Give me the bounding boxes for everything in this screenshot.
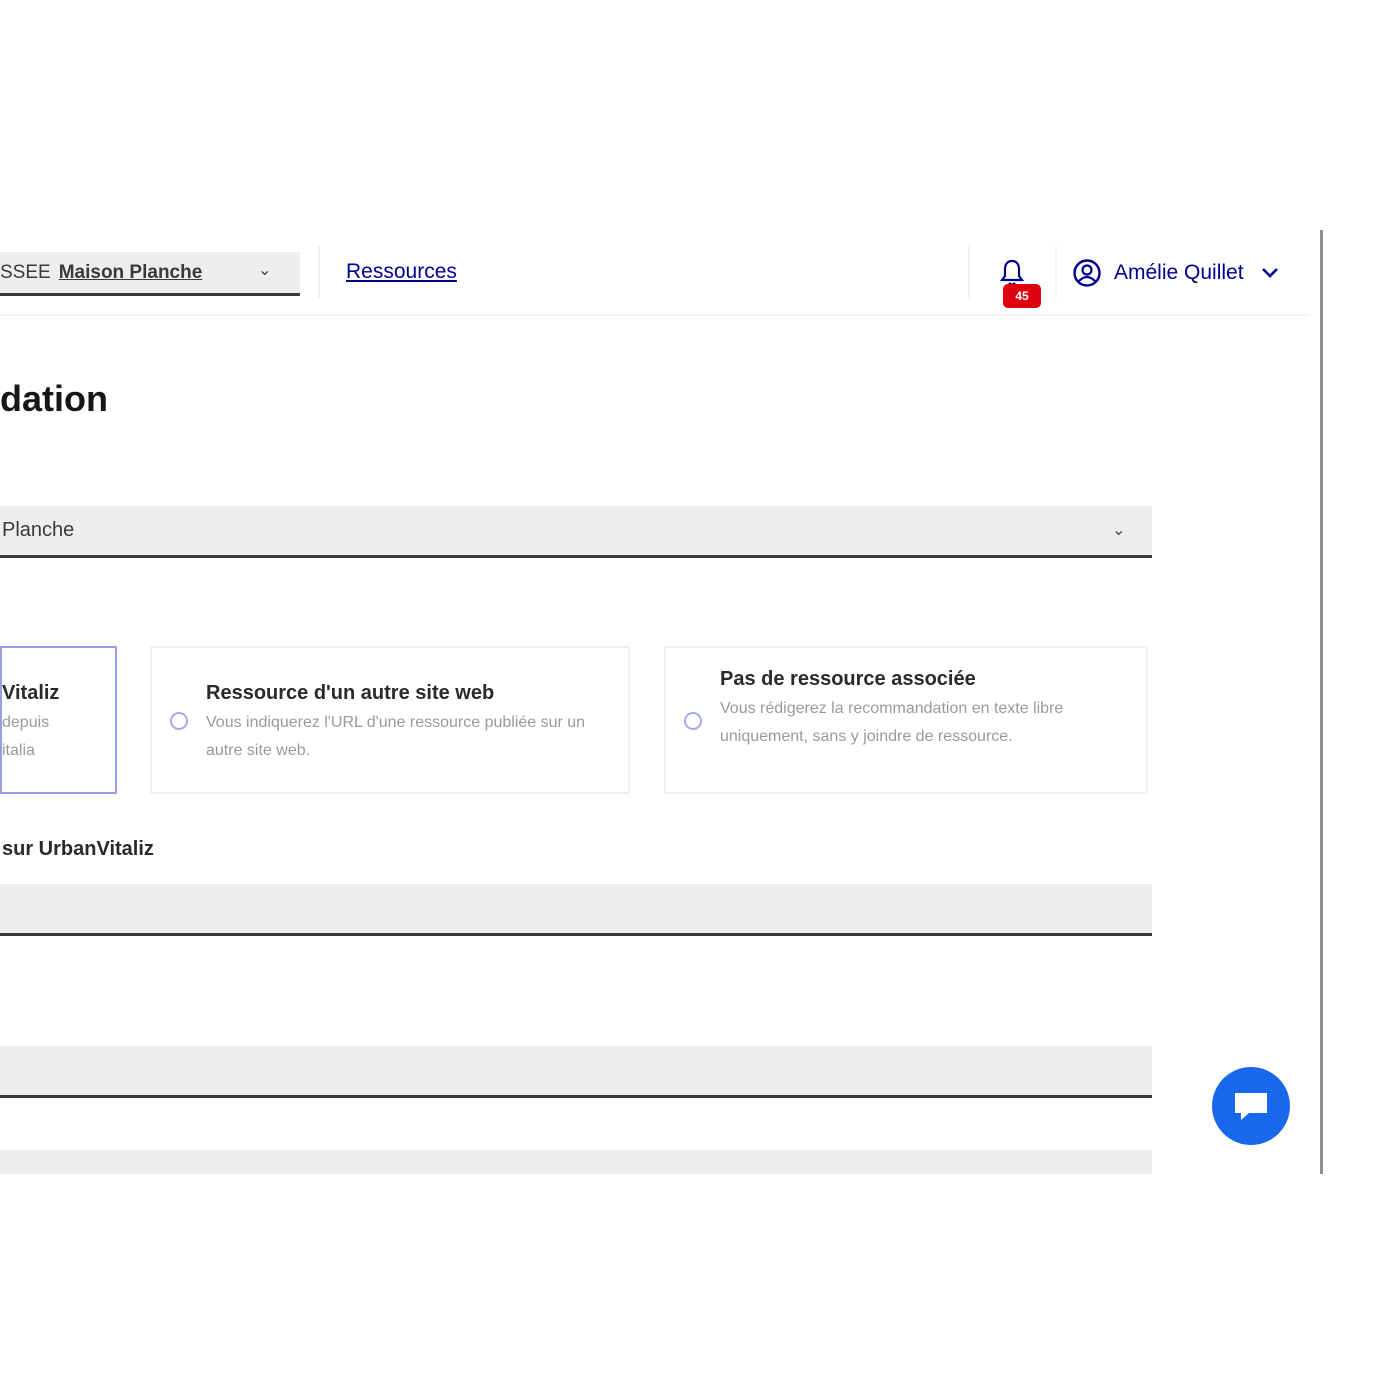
resource-field-label: sur UrbanVitaliz: [2, 838, 154, 860]
resource-option-none[interactable]: Pas de ressource associée Vous rédigerez…: [664, 646, 1148, 794]
option-description: Vous rédigerez la recommandation en text…: [720, 700, 1064, 745]
chat-button[interactable]: [1212, 1067, 1290, 1145]
chevron-down-icon: ⌄: [258, 262, 272, 279]
window-border: [1320, 230, 1323, 1174]
user-name: Amélie Quillet: [1114, 261, 1244, 284]
notifications-button[interactable]: 45: [995, 258, 1045, 314]
option-title: Vitaliz: [2, 682, 60, 704]
project-select-prefix: SSEE: [0, 261, 51, 283]
resource-option-urbanvitaliz[interactable]: Vitaliz depuis italia: [0, 646, 117, 794]
header-divider: [968, 246, 970, 298]
option-description: Vous indiquerez l'URL d'une ressource pu…: [206, 714, 586, 759]
resource-search-input[interactable]: [0, 884, 1152, 936]
option-title: Pas de ressource associée: [720, 668, 976, 690]
notification-count-badge: 45: [1003, 284, 1041, 308]
project-select-value: Planche: [2, 519, 75, 541]
resource-option-external[interactable]: Ressource d'un autre site web Vous indiq…: [150, 646, 630, 794]
nav-link-resources[interactable]: Ressources: [346, 260, 457, 284]
chevron-down-icon: ⌄: [1112, 522, 1126, 539]
header-divider: [318, 246, 320, 298]
header-divider: [1055, 246, 1057, 298]
page-title: dation: [0, 378, 108, 419]
header-project-select[interactable]: SSEE Maison Planche ⌄: [0, 252, 300, 296]
chevron-down-icon: [1261, 268, 1278, 278]
header-separator: [0, 314, 1310, 316]
option-title: Ressource d'un autre site web: [206, 682, 495, 704]
project-select[interactable]: Planche ⌄: [0, 506, 1152, 558]
radio-button[interactable]: [170, 712, 188, 730]
description-editor[interactable]: [0, 1150, 1152, 1174]
radio-button[interactable]: [684, 712, 702, 730]
user-menu[interactable]: Amélie Quillet: [1072, 256, 1280, 290]
recommendation-input[interactable]: [0, 1046, 1152, 1098]
app-frame: SSEE Maison Planche ⌄ Ressources 45 Amél…: [0, 0, 1400, 1400]
option-description: depuis italia: [2, 714, 50, 759]
user-circle-icon: [1073, 259, 1101, 287]
chat-bubble-icon: [1235, 1093, 1267, 1120]
project-select-name: Maison Planche: [58, 261, 203, 283]
